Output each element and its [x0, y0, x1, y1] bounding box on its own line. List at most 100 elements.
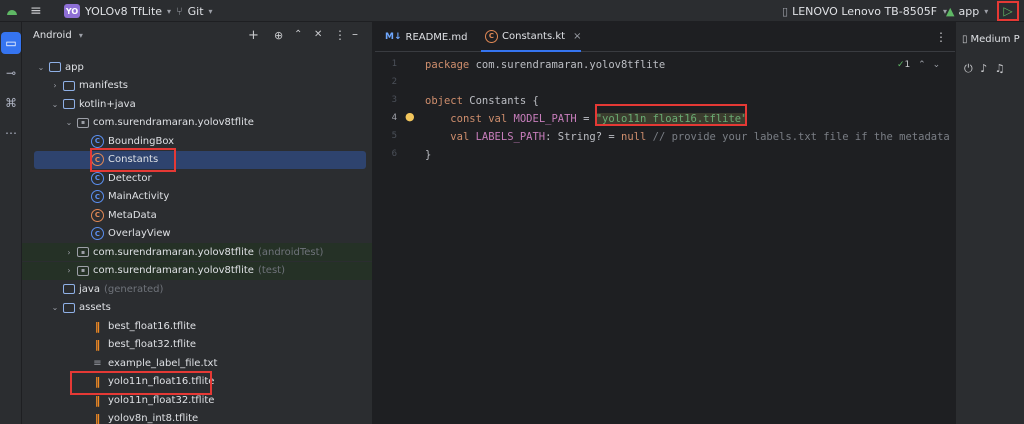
- device-tab-label: Medium P: [970, 34, 1020, 45]
- tflite-icon: ‖: [94, 412, 101, 424]
- device-selector[interactable]: ▯ LENOVO Lenovo TB-8505F ▾: [782, 0, 947, 22]
- collapse-all-icon[interactable]: ✕: [314, 29, 322, 40]
- device-tab[interactable]: ▯ Medium P: [962, 34, 1020, 45]
- more-tools-icon[interactable]: ⋯: [0, 122, 22, 144]
- chevron-down-icon[interactable]: ⌄: [50, 303, 60, 312]
- tree-item-label: MainActivity: [108, 191, 170, 202]
- package-icon: ▪: [77, 265, 89, 276]
- volume-down-icon[interactable]: ♫: [995, 62, 1005, 75]
- check-icon: ✓: [897, 60, 905, 70]
- tree-item[interactable]: ‖ best_float16.tflite: [22, 317, 372, 335]
- code-line-3: object Constants {: [425, 92, 539, 110]
- tree-item[interactable]: ‖ yolo11n_float16.tflite: [22, 373, 372, 391]
- code-line-6: }: [425, 146, 431, 164]
- tree-item-hint: (generated): [103, 283, 164, 295]
- kotlin-class-icon: C: [91, 171, 104, 185]
- tool-window-strip: ▭ ⊸ ⌘ ⋯: [0, 22, 22, 424]
- intention-bulb-icon[interactable]: ●: [405, 110, 415, 123]
- hamburger-icon[interactable]: ≡: [30, 0, 42, 22]
- running-devices-panel: ▯ Medium P ⏻ ♪ ♫: [955, 22, 1024, 424]
- tree-item[interactable]: C BoundingBox: [22, 132, 372, 150]
- tab-constants[interactable]: C Constants.kt ×: [481, 22, 581, 52]
- run-button[interactable]: ▷: [997, 1, 1019, 21]
- tree-item[interactable]: ≡ example_label_file.txt: [22, 354, 372, 372]
- operator: =: [576, 113, 596, 125]
- tree-item[interactable]: ‖ yolo11n_float32.tflite: [22, 391, 372, 409]
- close-tab-icon[interactable]: ×: [573, 31, 581, 42]
- tree-item[interactable]: C OverlayView: [22, 225, 372, 243]
- play-icon: ▷: [1003, 4, 1013, 18]
- next-issue-icon[interactable]: ⌄: [933, 60, 941, 70]
- tree-item[interactable]: C MetaData: [22, 206, 372, 224]
- keyword: val: [488, 113, 508, 125]
- package-name: com.surendramaran.yolov8tflite: [469, 59, 666, 71]
- minimize-icon[interactable]: –: [352, 27, 358, 41]
- tree-item[interactable]: C Constants: [34, 150, 366, 169]
- chevron-right-icon[interactable]: ›: [64, 248, 74, 257]
- chevron-right-icon[interactable]: ›: [64, 266, 74, 275]
- tree-item[interactable]: ‖ yolov8n_int8.tflite: [22, 410, 372, 424]
- folder-icon: [63, 284, 75, 294]
- tree-item[interactable]: C MainActivity: [22, 188, 372, 206]
- tree-item-label: Constants: [108, 154, 159, 165]
- volume-up-icon[interactable]: ♪: [980, 62, 987, 75]
- chevron-down-icon: ▾: [208, 6, 213, 16]
- prev-issue-icon[interactable]: ⌃: [918, 60, 926, 70]
- project-view-selector[interactable]: Android ▾: [33, 30, 83, 41]
- tree-item-label: com.surendramaran.yolov8tflite: [93, 117, 254, 128]
- vcs-selector[interactable]: ⑂ Git ▾: [176, 0, 213, 22]
- keyword: null: [621, 131, 647, 143]
- tree-item-label: com.surendramaran.yolov8tflite: [93, 265, 254, 276]
- kotlin-object-icon: C: [91, 208, 104, 222]
- tab-constants-label: Constants.kt: [502, 30, 566, 42]
- tree-item-label: OverlayView: [108, 228, 171, 239]
- tree-item-label: java: [79, 283, 100, 295]
- keyword: const: [450, 113, 482, 125]
- tree-item[interactable]: C Detector: [22, 169, 372, 187]
- tflite-icon: ‖: [94, 319, 101, 333]
- tree-item[interactable]: ⌄ assets: [22, 299, 372, 317]
- app-module-icon: ▲: [946, 4, 955, 18]
- power-icon[interactable]: ⏻: [964, 62, 973, 75]
- structure-tool-icon[interactable]: ⌘: [0, 92, 22, 114]
- tab-options-icon[interactable]: ⋮: [935, 30, 947, 44]
- tree-item[interactable]: ⌄ app: [22, 58, 372, 76]
- tree-item-label: example_label_file.txt: [108, 357, 218, 369]
- code-content[interactable]: package com.surendramaran.yolov8tflite o…: [425, 52, 955, 424]
- run-config-selector[interactable]: ▲ app ▾: [946, 0, 988, 22]
- tree-item-label: yolov8n_int8.tflite: [108, 413, 199, 424]
- inspection-widget[interactable]: ✓1 ⌃ ⌄: [897, 60, 940, 70]
- locate-icon[interactable]: ⊕: [274, 29, 283, 42]
- commit-tool-icon[interactable]: ⊸: [0, 62, 22, 84]
- tree-item[interactable]: ⌄ ▪ com.surendramaran.yolov8tflite: [22, 114, 372, 132]
- tree-item[interactable]: ‖ best_float32.tflite: [22, 336, 372, 354]
- options-icon[interactable]: ⋮: [334, 28, 346, 42]
- tree-item[interactable]: › ▪ com.surendramaran.yolov8tflite (android…: [22, 243, 372, 261]
- tree-item-label: manifests: [79, 80, 128, 91]
- device-name: LENOVO Lenovo TB-8505F: [792, 4, 938, 18]
- keyword: package: [425, 59, 470, 71]
- add-icon[interactable]: +: [248, 28, 259, 43]
- project-tool-icon[interactable]: ▭: [1, 32, 21, 54]
- kotlin-object-icon: C: [91, 153, 104, 166]
- chevron-down-icon[interactable]: ⌄: [36, 63, 46, 72]
- project-selector[interactable]: YO YOLOv8 TfLite ▾: [64, 0, 171, 22]
- chevron-down-icon[interactable]: ⌄: [64, 118, 74, 127]
- tree-item[interactable]: › manifests: [22, 77, 372, 95]
- chevron-right-icon[interactable]: ›: [50, 81, 60, 90]
- tab-readme[interactable]: M↓ README.md: [385, 22, 475, 52]
- code-line-4: const val MODEL_PATH = "yolo11n_float16.…: [425, 110, 748, 128]
- tree-item[interactable]: › ▪ com.surendramaran.yolov8tflite (test): [22, 261, 372, 280]
- line-number-gutter: 1 2 3 4 5 6 ●: [375, 52, 419, 424]
- keyword: object: [425, 95, 463, 107]
- inspection-count: 1: [904, 60, 911, 70]
- model-path-string: "yolo11n_float16.tflite": [595, 113, 748, 125]
- chevron-down-icon[interactable]: ⌄: [50, 100, 60, 109]
- tree-item[interactable]: ⌄ kotlin+java: [22, 95, 372, 113]
- tab-readme-label: README.md: [405, 31, 468, 43]
- tree-item[interactable]: java (generated): [22, 280, 372, 298]
- package-icon: ▪: [77, 247, 89, 257]
- expand-all-icon[interactable]: ⌃: [294, 29, 302, 40]
- code-line-5: val LABELS_PATH: String? = null // provi…: [425, 128, 955, 146]
- device-controls: ⏻ ♪ ♫: [964, 62, 1005, 76]
